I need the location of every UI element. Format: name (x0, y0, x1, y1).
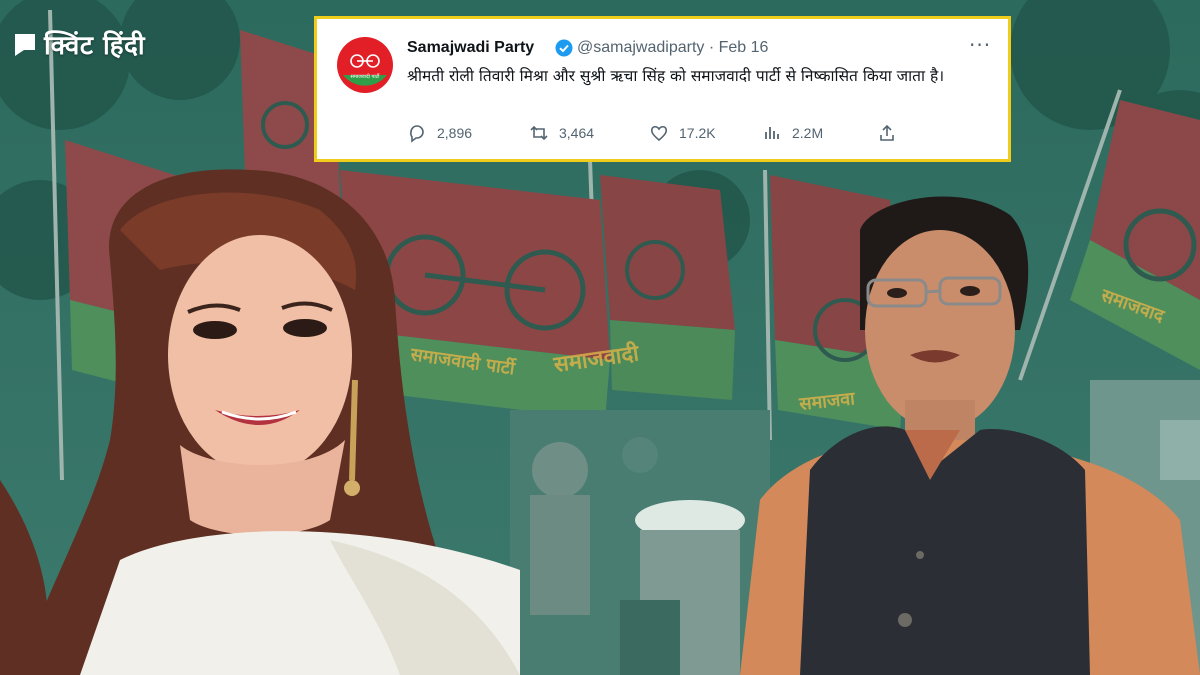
like-icon (650, 125, 668, 142)
quote-mark-icon (15, 34, 35, 56)
handle-and-date[interactable]: @samajwadiparty · Feb 16 (577, 39, 768, 57)
avatar-label: समाजवादी पार्टी (351, 73, 381, 80)
retweet-icon (530, 125, 548, 141)
brand-logo: क्विंट हिंदी (12, 26, 145, 62)
like-count: 17.2K (679, 125, 716, 141)
views-button[interactable]: 2.2M (762, 123, 823, 143)
tweet-card: समाजवादी पार्टी Samajwadi Party @samajwa… (314, 16, 1011, 162)
share-icon (880, 124, 894, 141)
crowd (510, 410, 770, 675)
reply-count: 2,896 (437, 125, 473, 141)
retweet-count: 3,464 (559, 125, 595, 141)
views-icon (765, 127, 779, 139)
reply-button[interactable]: 2,896 (407, 123, 472, 143)
like-button[interactable]: 17.2K (649, 123, 716, 143)
retweet-button[interactable]: 3,464 (529, 123, 594, 143)
brand-name: क्विंट हिंदी (44, 31, 146, 61)
views-count: 2.2M (792, 125, 824, 141)
verified-icon (555, 39, 573, 57)
account-name[interactable]: Samajwadi Party (407, 39, 534, 57)
more-icon[interactable]: ··· (969, 33, 991, 57)
tweet-actions: 2,896 3,464 17.2K 2.2M (407, 123, 907, 147)
party-avatar[interactable]: समाजवादी पार्टी (337, 37, 393, 93)
tweet-text: श्रीमती रोली तिवारी मिश्रा और सुश्री ऋचा… (407, 67, 945, 85)
reply-icon (410, 125, 424, 143)
share-button[interactable] (877, 123, 897, 143)
